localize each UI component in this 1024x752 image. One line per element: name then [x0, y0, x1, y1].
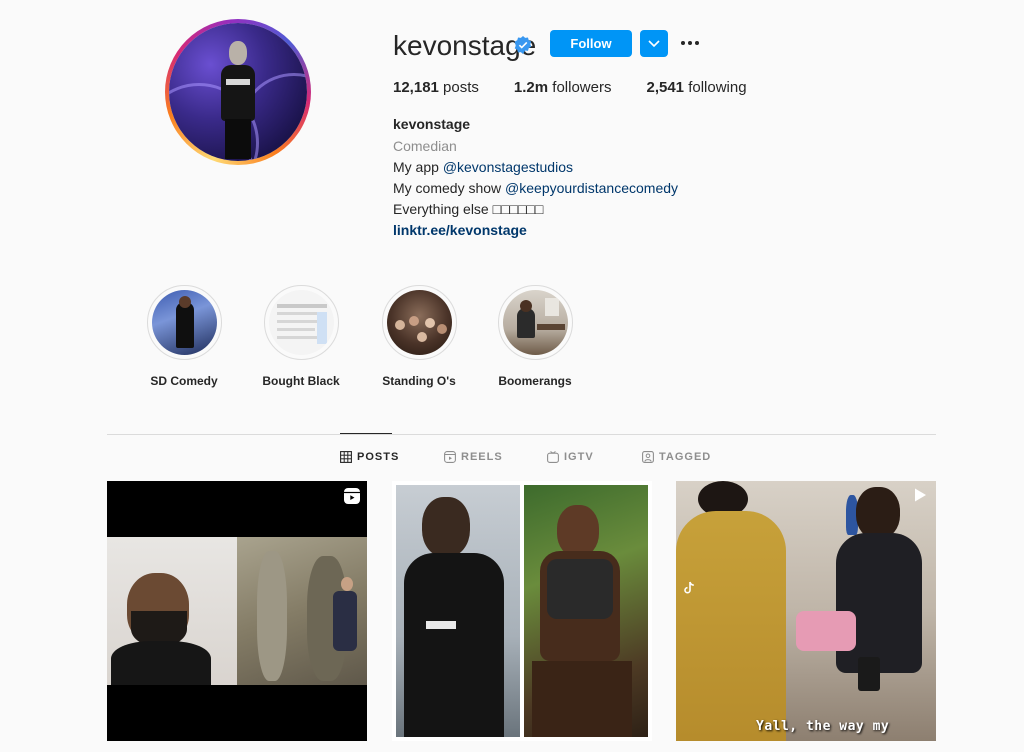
- tab-label: REELS: [461, 451, 503, 463]
- mention-link[interactable]: @kevonstagestudios: [443, 159, 573, 175]
- bio-line-show: My comedy show @keepyourdistancecomedy: [393, 180, 678, 196]
- grid-icon: [340, 451, 352, 463]
- bio-name: kevonstage: [393, 116, 471, 132]
- tab-tagged[interactable]: TAGGED: [642, 451, 711, 463]
- followers-label: followers: [548, 79, 612, 96]
- tiktok-watermark-icon: [682, 581, 726, 605]
- highlight-item[interactable]: Bought Black: [261, 285, 341, 388]
- tagged-icon: [642, 451, 654, 463]
- follow-button[interactable]: Follow: [550, 30, 632, 57]
- play-icon: [915, 488, 926, 502]
- followers-stat[interactable]: 1.2m followers: [514, 79, 612, 96]
- reels-icon: [344, 488, 360, 504]
- reels-icon: [444, 451, 456, 463]
- bio-text: My app: [393, 159, 443, 175]
- following-count: 2,541: [646, 79, 685, 96]
- igtv-icon: [547, 451, 559, 463]
- post-tile[interactable]: Yall, the way my: [676, 481, 936, 741]
- highlight-item[interactable]: Boomerangs: [495, 285, 575, 388]
- bio-website-link[interactable]: linktr.ee/kevonstage: [393, 222, 527, 238]
- posts-label: posts: [438, 79, 479, 96]
- profile-avatar[interactable]: [165, 19, 311, 165]
- post-tile[interactable]: [392, 481, 652, 741]
- mention-link[interactable]: @keepyourdistancecomedy: [505, 180, 678, 196]
- highlight-label: SD Comedy: [150, 374, 218, 388]
- tabs-divider: [107, 434, 936, 435]
- bio-line-app: My app @kevonstagestudios: [393, 159, 573, 175]
- avatar-photo: [169, 23, 307, 161]
- chevron-down-icon: [648, 39, 660, 47]
- verified-badge-icon: [514, 36, 532, 54]
- highlight-item[interactable]: Standing O's: [379, 285, 459, 388]
- more-options-icon[interactable]: [681, 36, 703, 50]
- post-tile[interactable]: [107, 481, 367, 741]
- profile-stats: 12,181 posts 1.2m followers 2,541 follow…: [393, 79, 782, 96]
- tab-igtv[interactable]: IGTV: [547, 451, 594, 463]
- following-label: following: [684, 79, 747, 96]
- active-tab-indicator: [340, 433, 392, 434]
- followers-count: 1.2m: [513, 79, 549, 96]
- highlight-item[interactable]: SD Comedy: [144, 285, 224, 388]
- bio-text: My comedy show: [393, 180, 506, 196]
- tab-label: IGTV: [564, 451, 594, 463]
- tab-label: TAGGED: [659, 451, 712, 463]
- tab-posts[interactable]: POSTS: [340, 451, 399, 463]
- tab-label: POSTS: [357, 451, 400, 463]
- tab-reels[interactable]: REELS: [444, 451, 503, 463]
- bio-line-else: Everything else □□□□□□: [393, 201, 544, 217]
- suggested-dropdown-button[interactable]: [640, 30, 668, 57]
- highlight-label: Boomerangs: [498, 374, 572, 388]
- post-caption: Yall, the way my: [756, 719, 890, 734]
- highlight-label: Bought Black: [262, 374, 340, 388]
- posts-stat: 12,181 posts: [393, 79, 479, 96]
- highlight-label: Standing O's: [382, 374, 456, 388]
- following-stat[interactable]: 2,541 following: [646, 79, 746, 96]
- bio-category: Comedian: [393, 138, 457, 154]
- posts-count: 12,181: [393, 79, 439, 96]
